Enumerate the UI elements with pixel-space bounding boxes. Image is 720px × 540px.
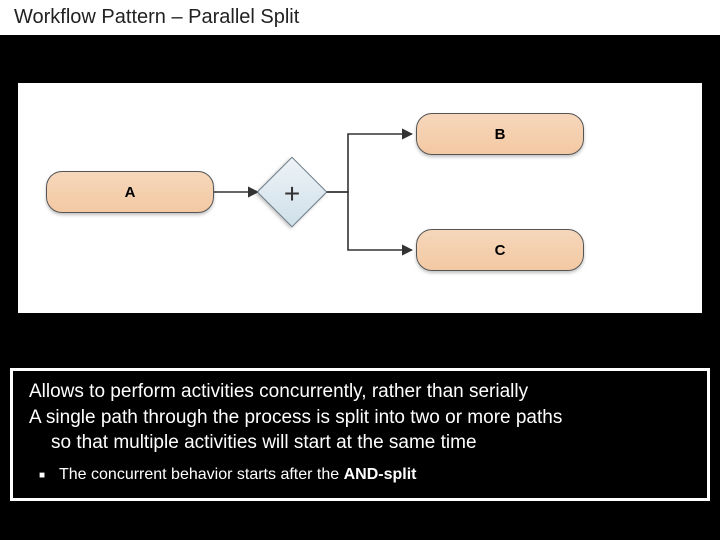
- description-line-2b: so that multiple activities will start a…: [29, 430, 691, 456]
- description-line-2a: A single path through the process is spl…: [29, 405, 691, 431]
- and-split-gateway: [257, 157, 328, 228]
- description-line-1: Allows to perform activities concurrentl…: [29, 379, 691, 405]
- sub-bullet-text: The concurrent behavior starts after the: [59, 466, 344, 483]
- sub-bullet-bold: AND-split: [344, 466, 417, 483]
- activity-node-b: B: [416, 113, 584, 155]
- activity-node-c: C: [416, 229, 584, 271]
- description-box: Allows to perform activities concurrentl…: [10, 368, 710, 501]
- workflow-diagram: A + B C: [18, 83, 702, 313]
- description-sub-bullet: The concurrent behavior starts after the…: [59, 466, 691, 484]
- activity-node-a: A: [46, 171, 214, 213]
- page-title: Workflow Pattern – Parallel Split: [0, 0, 720, 35]
